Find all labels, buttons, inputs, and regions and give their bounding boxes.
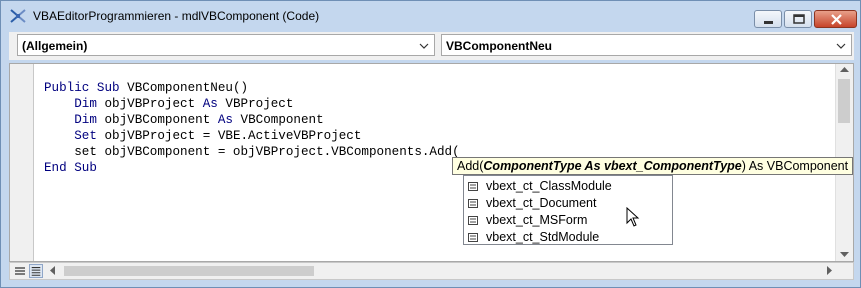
parameter-info-tooltip: Add(ComponentType As vbext_ComponentType… bbox=[452, 157, 854, 175]
enum-constant-icon bbox=[468, 216, 478, 225]
code-keyword: Set bbox=[44, 129, 105, 143]
code-keyword: Dim bbox=[44, 97, 105, 111]
scroll-up-icon[interactable] bbox=[840, 67, 849, 73]
code-token: set objVBComponent = objVBProject.VBComp… bbox=[44, 145, 460, 159]
code-text[interactable]: Public Sub VBComponentNeu() Dim objVBPro… bbox=[44, 80, 460, 176]
autocomplete-item-label: vbext_ct_Document bbox=[486, 196, 597, 210]
tooltip-prefix: Add( bbox=[457, 159, 484, 173]
code-keyword: Dim bbox=[44, 113, 105, 127]
enum-constant-icon bbox=[468, 182, 478, 191]
indicator-margin[interactable] bbox=[10, 64, 34, 261]
code-keyword: As bbox=[202, 97, 226, 111]
mouse-pointer-icon bbox=[626, 207, 640, 227]
full-module-view-icon[interactable] bbox=[29, 264, 43, 278]
tooltip-suffix: ) As VBComponent bbox=[741, 159, 849, 173]
vba-editor-window: VBAEditorProgrammieren - mdlVBComponent … bbox=[0, 0, 861, 288]
procedure-dropdown[interactable]: VBComponentNeu bbox=[441, 34, 852, 56]
chevron-down-icon bbox=[419, 43, 429, 49]
title-bar[interactable]: VBAEditorProgrammieren - mdlVBComponent … bbox=[1, 1, 860, 31]
maximize-button[interactable] bbox=[784, 10, 812, 28]
code-keyword: As bbox=[217, 113, 241, 127]
code-keyword: End Sub bbox=[44, 161, 97, 175]
autocomplete-item-label: vbext_ct_StdModule bbox=[486, 230, 600, 244]
horizontal-scroll-thumb[interactable] bbox=[64, 266, 314, 276]
close-button[interactable] bbox=[814, 10, 857, 28]
code-line[interactable]: set objVBComponent = objVBProject.VBComp… bbox=[44, 144, 460, 160]
object-dropdown[interactable]: (Allgemein) bbox=[17, 34, 435, 56]
autocomplete-item-label: vbext_ct_MSForm bbox=[486, 213, 588, 227]
maximize-icon bbox=[793, 14, 805, 24]
code-token: VBComponentNeu() bbox=[127, 81, 249, 95]
procedure-view-icon[interactable] bbox=[13, 264, 27, 278]
chevron-down-icon bbox=[836, 43, 846, 49]
enum-constant-icon bbox=[468, 233, 478, 242]
code-line[interactable]: Dim objVBProject As VBProject bbox=[44, 96, 460, 112]
procedure-dropdown-value: VBComponentNeu bbox=[446, 39, 552, 53]
scroll-right-icon[interactable] bbox=[827, 266, 833, 275]
code-line[interactable]: Public Sub VBComponentNeu() bbox=[44, 80, 460, 96]
object-dropdown-value: (Allgemein) bbox=[22, 39, 88, 53]
code-token: objVBProject = VBE.ActiveVBProject bbox=[104, 129, 362, 143]
code-token: objVBProject bbox=[104, 97, 203, 111]
scroll-left-icon[interactable] bbox=[50, 266, 56, 275]
tooltip-current-parameter: ComponentType As vbext_ComponentType bbox=[483, 159, 742, 173]
code-token: VBComponent bbox=[240, 113, 324, 127]
vertical-scroll-thumb[interactable] bbox=[838, 79, 850, 123]
code-line[interactable]: End Sub bbox=[44, 160, 460, 176]
window-title: VBAEditorProgrammieren - mdlVBComponent … bbox=[33, 9, 320, 23]
minimize-icon bbox=[764, 21, 773, 24]
combo-bar: (Allgemein) VBComponentNeu bbox=[9, 32, 854, 60]
scroll-down-icon[interactable] bbox=[840, 252, 849, 258]
autocomplete-item-label: vbext_ct_ClassModule bbox=[486, 179, 612, 193]
code-token: VBProject bbox=[225, 97, 294, 111]
enum-constant-icon bbox=[468, 199, 478, 208]
size-grip[interactable] bbox=[837, 265, 851, 279]
code-token: objVBComponent bbox=[104, 113, 218, 127]
close-icon bbox=[831, 14, 842, 25]
code-line[interactable]: Dim objVBComponent As VBComponent bbox=[44, 112, 460, 128]
code-line[interactable]: Set objVBProject = VBE.ActiveVBProject bbox=[44, 128, 460, 144]
minimize-button[interactable] bbox=[754, 10, 782, 28]
code-keyword: Public Sub bbox=[44, 81, 128, 95]
vba-editor-icon bbox=[10, 9, 26, 23]
bottom-bar bbox=[9, 262, 854, 280]
autocomplete-list[interactable]: vbext_ct_ClassModule vbext_ct_Documentvbe… bbox=[463, 175, 673, 245]
